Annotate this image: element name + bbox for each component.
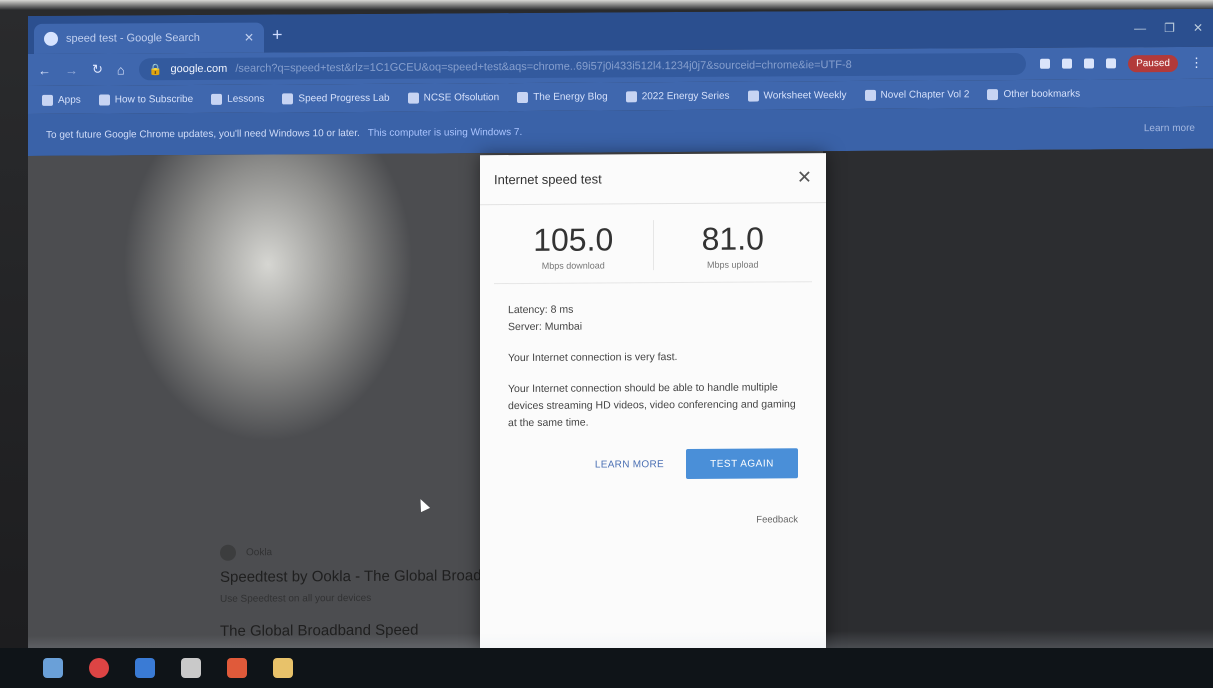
extension-icon[interactable] [1084,58,1095,69]
new-tab-icon[interactable]: + [272,24,283,45]
reload-icon[interactable]: ↻ [92,62,103,78]
dialog-title: Internet speed test [494,171,602,188]
bookmark-item[interactable]: Novel Chapter Vol 2 [864,89,969,101]
address-path: /search?q=speed+test&rlz=1C1GCEU&oq=spee… [235,58,852,75]
speed-detail: Your Internet connection should be able … [508,381,796,430]
speed-summary: Your Internet connection is very fast. [508,351,678,365]
folder-icon [273,658,293,678]
bookmark-icon [625,90,637,102]
latency-text: Latency: 8 ms [508,303,574,317]
server-text: Server: Mumbai [508,320,583,334]
update-infobar: To get future Google Chrome updates, you… [28,106,1213,156]
close-tab-icon[interactable]: ✕ [244,31,254,45]
speed-metrics: 105.0 Mbps download 81.0 Mbps upload [494,203,812,285]
infobar-learn-more[interactable]: Learn more [1144,122,1195,133]
maximize-icon[interactable]: ❐ [1164,21,1175,35]
app-icon [135,658,155,678]
site-favicon [220,544,236,561]
download-value: 105.0 [533,221,614,258]
bookmark-icon [98,94,110,106]
address-domain: google.com [170,62,228,76]
photo-scene: speed test - Google Search ✕ + — ❐ ✕ ← →… [0,0,1213,688]
dialog-header: Internet speed test ✕ [480,153,826,206]
infobar-text: To get future Google Chrome updates, you… [46,127,360,141]
download-metric: 105.0 Mbps download [494,220,653,271]
taskbar-item[interactable] [80,653,118,683]
bookmark-item[interactable]: Apps [42,94,81,106]
page-dark-region [823,148,1213,684]
home-icon[interactable]: ⌂ [117,62,125,77]
learn-more-button[interactable]: LEARN MORE [595,459,664,470]
bookmark-icon [747,90,759,102]
lock-icon: 🔒 [148,63,163,76]
chrome-icon [89,658,109,678]
globe-icon [44,31,58,46]
bookmark-icon [864,89,876,101]
share-icon[interactable] [1040,58,1051,69]
apps-icon [42,94,53,106]
upload-unit: Mbps upload [706,259,759,270]
bookmark-item[interactable]: Lessons [211,93,264,105]
taskbar-item[interactable] [126,653,164,683]
bookmark-star-icon[interactable] [1062,58,1073,69]
dialog-body: Latency: 8 ms Server: Mumbai Your Intern… [480,282,826,432]
bookmark-icon [282,92,294,104]
sidepanel-icon[interactable] [1106,58,1117,69]
bookmark-item[interactable]: The Energy Blog [517,91,608,103]
infobar-link[interactable]: This computer is using Windows 7. [368,126,523,138]
bookmark-icon [211,93,223,105]
taskbar-item[interactable] [34,653,72,683]
bookmark-item[interactable]: NCSE Ofsolution [407,92,499,104]
menu-icon[interactable]: ⋮ [1190,55,1203,71]
taskbar-item[interactable] [264,653,302,683]
bookmark-icon [407,92,419,104]
bookmark-item[interactable]: Worksheet Weekly [747,89,847,102]
dialog-actions: LEARN MORE TEST AGAIN [480,430,826,480]
toolbar-icons: Paused ⋮ [1040,54,1203,72]
browser-tab[interactable]: speed test - Google Search ✕ [34,22,264,54]
back-icon[interactable]: ← [38,62,51,77]
taskbar [0,648,1213,688]
taskbar-item[interactable] [172,653,210,683]
feedback-link[interactable]: Feedback [480,478,826,527]
minimize-icon[interactable]: — [1134,21,1146,35]
mouse-cursor [415,497,431,513]
bookmark-icon [517,91,529,103]
close-icon[interactable]: ✕ [797,167,812,188]
folder-icon [987,88,999,100]
result-source: Ookla [246,547,273,559]
profile-button[interactable]: Paused [1128,54,1178,72]
close-window-icon[interactable]: ✕ [1193,21,1203,35]
explorer-icon [43,658,63,678]
monitor-screen: speed test - Google Search ✕ + — ❐ ✕ ← →… [28,8,1213,688]
speed-test-dialog: Internet speed test ✕ 105.0 Mbps downloa… [480,153,826,658]
forward-icon[interactable]: → [65,62,78,77]
download-unit: Mbps download [541,260,605,271]
window-controls: — ❐ ✕ [1134,21,1203,35]
address-bar[interactable]: 🔒 google.com /search?q=speed+test&rlz=1C… [138,52,1027,81]
upload-metric: 81.0 Mbps upload [652,219,812,271]
test-again-button[interactable]: TEST AGAIN [686,448,798,479]
bookmark-folder-other[interactable]: Other bookmarks [987,88,1080,100]
bookmark-item[interactable]: How to Subscribe [98,93,193,106]
bookmark-item[interactable]: 2022 Energy Series [625,90,730,102]
tab-title: speed test - Google Search [66,31,200,45]
taskbar-item[interactable] [218,653,256,683]
bookmark-item[interactable]: Speed Progress Lab [282,92,390,104]
upload-value: 81.0 [701,220,764,257]
app-icon [181,658,201,678]
app-icon [227,658,247,678]
